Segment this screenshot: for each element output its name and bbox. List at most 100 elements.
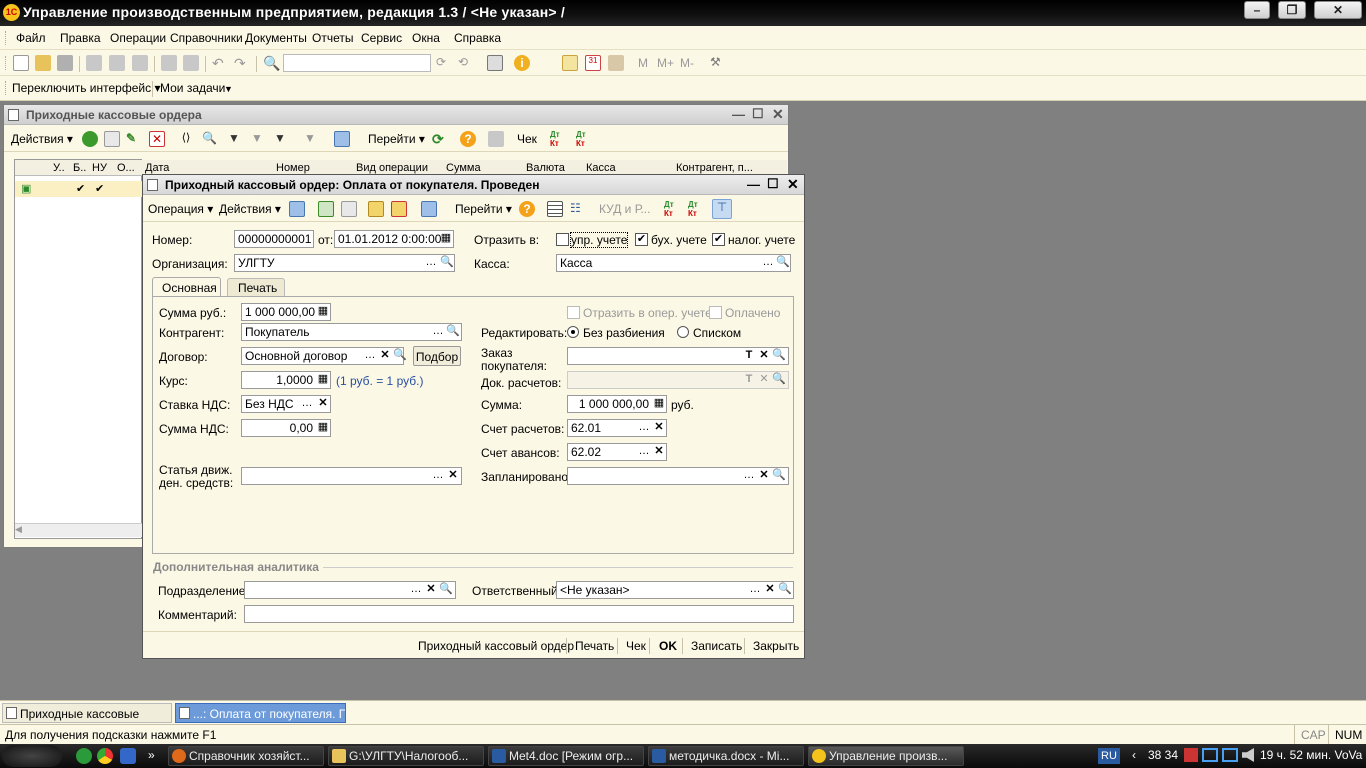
chevron-down-icon[interactable]: ▼ bbox=[224, 84, 233, 94]
paste-icon[interactable] bbox=[132, 55, 148, 71]
no-split-radio[interactable] bbox=[567, 326, 579, 338]
buh-checkbox[interactable]: ✔ bbox=[635, 233, 648, 246]
statya-field[interactable] bbox=[241, 467, 462, 485]
restore-button[interactable]: ❐ bbox=[1278, 1, 1306, 19]
clear-icon[interactable]: ✕ bbox=[756, 348, 772, 364]
calculator-icon[interactable]: ▦ bbox=[315, 372, 331, 388]
close-icon[interactable]: ✕ bbox=[772, 106, 784, 123]
preview-icon[interactable] bbox=[183, 55, 199, 71]
my-tasks-button[interactable]: Мои задачи bbox=[160, 81, 225, 95]
menu-directories[interactable]: Справочники bbox=[170, 31, 243, 45]
select-icon[interactable]: … bbox=[760, 255, 776, 271]
date-field[interactable]: 01.01.2012 0:00:00 bbox=[334, 230, 454, 248]
clear-icon[interactable]: ✕ bbox=[762, 582, 778, 598]
clear-icon[interactable]: ✕ bbox=[423, 582, 439, 598]
minimize-button[interactable]: – bbox=[1244, 1, 1270, 19]
save-icon[interactable] bbox=[57, 55, 73, 71]
copy-doc-icon[interactable] bbox=[341, 201, 357, 217]
hierarchy-icon[interactable]: ⟨⟩ bbox=[178, 131, 194, 147]
calendar-icon[interactable]: 31 bbox=[585, 55, 601, 71]
network-icon[interactable] bbox=[1222, 748, 1238, 762]
edit-icon[interactable]: ✎ bbox=[126, 131, 142, 147]
menu-help[interactable]: Справка bbox=[454, 31, 501, 45]
movements-icon[interactable]: ☷ bbox=[570, 201, 586, 217]
menu-operations[interactable]: Операции bbox=[110, 31, 166, 45]
tree-toggle-icon[interactable]: ⊤ bbox=[712, 199, 732, 219]
unpost-icon[interactable] bbox=[391, 201, 407, 217]
open-search-icon[interactable]: 🔍 bbox=[775, 255, 791, 271]
col-o[interactable]: О... bbox=[117, 162, 135, 174]
select-icon[interactable]: … bbox=[423, 255, 439, 271]
create-based-icon[interactable] bbox=[334, 131, 350, 147]
calculator-icon[interactable]: ▦ bbox=[651, 396, 667, 412]
filter-value-icon[interactable]: ▼ bbox=[251, 131, 267, 147]
open-search-icon[interactable]: 🔍 bbox=[771, 372, 787, 388]
dt-kt-tax-icon[interactable]: Дт Кт bbox=[688, 200, 704, 218]
help-icon[interactable]: ? bbox=[460, 131, 476, 147]
text-mode-icon[interactable]: T bbox=[741, 348, 757, 364]
find-next-icon[interactable]: ⟳ bbox=[436, 55, 452, 71]
new-icon[interactable] bbox=[13, 55, 29, 71]
dt-kt-icon[interactable]: Дт Кт bbox=[550, 130, 566, 148]
open-search-icon[interactable]: 🔍 bbox=[438, 582, 454, 598]
kassa-field[interactable]: Касса bbox=[556, 254, 791, 272]
list-check-button[interactable]: Чек bbox=[517, 132, 537, 146]
clear-icon[interactable]: ✕ bbox=[651, 420, 667, 436]
network-icon[interactable] bbox=[1202, 748, 1218, 762]
post-icon[interactable] bbox=[368, 201, 384, 217]
add-icon[interactable] bbox=[82, 131, 98, 147]
col-kassa[interactable]: Касса bbox=[586, 162, 616, 174]
operation-button[interactable]: Операция ▾ bbox=[148, 202, 213, 216]
maximize-icon[interactable]: ☐ bbox=[752, 106, 764, 122]
podbor-button[interactable]: Подбор bbox=[413, 346, 461, 366]
col-b[interactable]: Б.. bbox=[73, 162, 86, 174]
kud-button[interactable]: КУД и Р... bbox=[599, 202, 650, 216]
check-button[interactable]: Чек bbox=[626, 639, 646, 653]
window-tab-document[interactable]: ...: Оплата от покупателя. П... bbox=[175, 703, 346, 723]
save-button[interactable]: Записать bbox=[691, 639, 742, 653]
menu-edit[interactable]: Правка bbox=[60, 31, 101, 45]
open-search-icon[interactable]: 🔍 bbox=[439, 255, 455, 271]
select-icon[interactable]: … bbox=[636, 420, 652, 436]
switch-interface-button[interactable]: Переключить интерфейс ▾ bbox=[12, 81, 160, 95]
list-goto-button[interactable]: Перейти ▾ bbox=[368, 132, 425, 146]
copy-item-icon[interactable] bbox=[104, 131, 120, 147]
kontragent-field[interactable]: Покупатель bbox=[241, 323, 462, 341]
doc-actions-button[interactable]: Действия ▾ bbox=[219, 202, 281, 216]
close-button[interactable]: Закрыть bbox=[753, 639, 799, 653]
print-icon[interactable] bbox=[488, 131, 504, 147]
volume-icon[interactable] bbox=[1242, 748, 1254, 762]
clear-icon[interactable]: ✕ bbox=[756, 372, 772, 388]
windows-icon[interactable] bbox=[487, 55, 503, 71]
tray-app-icon[interactable] bbox=[1184, 748, 1198, 762]
clear-icon[interactable]: ✕ bbox=[315, 396, 331, 412]
select-icon[interactable]: … bbox=[636, 444, 652, 460]
org-field[interactable]: УЛГТУ bbox=[234, 254, 455, 272]
open-search-icon[interactable]: 🔍 bbox=[777, 582, 793, 598]
ok-button[interactable]: OK bbox=[659, 639, 677, 653]
table-row[interactable]: ▣ ✔ ✔ bbox=[15, 181, 142, 197]
filter-list-icon[interactable]: ▼ bbox=[274, 131, 290, 147]
open-search-icon[interactable]: 🔍 bbox=[392, 348, 408, 364]
utorrent-icon[interactable] bbox=[76, 748, 92, 764]
select-icon[interactable]: … bbox=[362, 348, 378, 364]
print-form-button[interactable]: Приходный кассовый ордер bbox=[418, 639, 574, 653]
create-based-icon[interactable] bbox=[421, 201, 437, 217]
task-word1[interactable]: Met4.doc [Режим огр... bbox=[488, 746, 644, 766]
col-date[interactable]: Дата bbox=[145, 162, 169, 174]
paid-checkbox[interactable] bbox=[709, 306, 722, 319]
col-sum[interactable]: Сумма bbox=[446, 162, 481, 174]
tab-main[interactable]: Основная bbox=[152, 277, 221, 297]
tab-print[interactable]: Печать bbox=[227, 278, 285, 296]
redo-icon[interactable]: ↷ bbox=[234, 55, 250, 71]
print-button[interactable]: Печать bbox=[575, 639, 614, 653]
open-search-icon[interactable]: 🔍 bbox=[771, 348, 787, 364]
reread-icon[interactable] bbox=[318, 201, 334, 217]
chevron-left-icon[interactable]: ‹ bbox=[1132, 748, 1136, 762]
calendar-picker-icon[interactable]: ▦ bbox=[438, 231, 454, 247]
clear-icon[interactable]: ✕ bbox=[377, 348, 393, 364]
open-icon[interactable] bbox=[35, 55, 51, 71]
menu-file[interactable]: Файл bbox=[16, 31, 46, 45]
menu-reports[interactable]: Отчеты bbox=[312, 31, 353, 45]
calculator-icon[interactable] bbox=[562, 55, 578, 71]
